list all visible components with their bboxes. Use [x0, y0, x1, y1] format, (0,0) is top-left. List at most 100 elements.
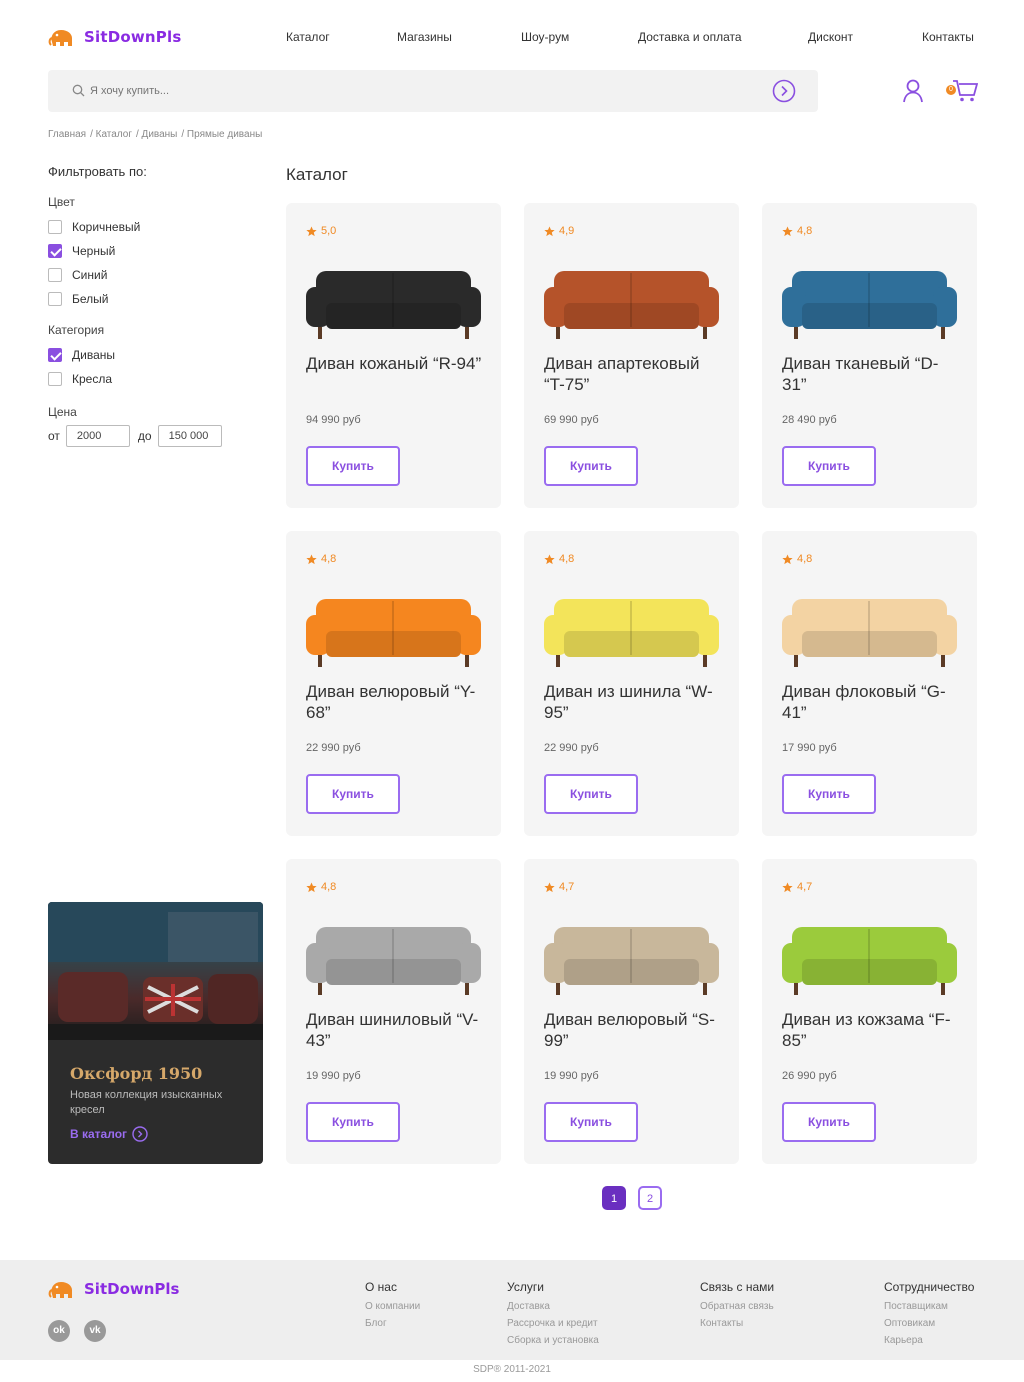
price-to-input[interactable]: 150 000 [157, 425, 222, 447]
product-image[interactable] [296, 253, 491, 353]
filter-color-white[interactable]: Белый [48, 287, 248, 311]
footer-link[interactable]: Контакты [700, 1315, 774, 1332]
buy-button[interactable]: Купить [544, 1102, 638, 1142]
breadcrumb-home[interactable]: Главная [48, 129, 86, 140]
price-range: от 2000 до 150 000 [48, 425, 248, 447]
product-name[interactable]: Диван из шинила “W-95” [544, 681, 724, 723]
filter-option-label: Синий [72, 268, 108, 282]
star-icon [782, 553, 793, 564]
search-input[interactable] [90, 81, 690, 101]
checkbox[interactable] [48, 372, 62, 386]
price-from-input[interactable]: 2000 [65, 425, 130, 447]
buy-button[interactable]: Купить [782, 446, 876, 486]
product-name[interactable]: Диван велюровый “Y-68” [306, 681, 486, 723]
checkbox[interactable] [48, 292, 62, 306]
filters-panel: Фильтровать по: Цвет Коричневый Черный С… [48, 164, 248, 447]
price-from-label: от [48, 429, 60, 443]
product-card[interactable]: 4,8 Диван флоковый “G-41” 17 990 руб Купить [762, 531, 977, 836]
footer-col-title: Услуги [507, 1280, 544, 1294]
rating-value: 4,9 [559, 225, 575, 237]
product-card[interactable]: 4,8 Диван из шинила “W-95” 22 990 руб Купит… [524, 531, 739, 836]
footer-col-services: Услуги Доставка Рассрочка и кредит Сборк… [507, 1280, 599, 1349]
search-submit-icon[interactable] [772, 79, 796, 103]
filter-option-label: Кресла [72, 372, 113, 386]
nav-discount[interactable]: Дисконт [808, 30, 853, 44]
checkbox[interactable] [48, 220, 62, 234]
footer: SitDownPls ok vk О нас О компании Блог У… [0, 1260, 1024, 1360]
product-image[interactable] [534, 909, 729, 1009]
nav-contacts[interactable]: Контакты [922, 30, 974, 44]
nav-catalog[interactable]: Каталог [286, 30, 330, 44]
product-name[interactable]: Диван тканевый “D-31” [782, 353, 962, 395]
product-name[interactable]: Диван апартековый “T-75” [544, 353, 724, 395]
filter-color-blue[interactable]: Синий [48, 263, 248, 287]
buy-button[interactable]: Купить [306, 774, 400, 814]
user-icon[interactable] [902, 79, 924, 103]
footer-link[interactable]: О компании [365, 1298, 420, 1315]
promo-banner[interactable]: Оксфорд 1950 Новая коллекция изысканных … [48, 902, 263, 1164]
checkbox[interactable] [48, 268, 62, 282]
product-name[interactable]: Диван шиниловый “V-43” [306, 1009, 486, 1051]
product-card[interactable]: 5,0 Диван кожаный “R-94” 94 990 руб Купить [286, 203, 501, 508]
page-1-button[interactable]: 1 [602, 1186, 626, 1210]
buy-button[interactable]: Купить [306, 1102, 400, 1142]
footer-link[interactable]: Карьера [884, 1332, 974, 1349]
buy-button[interactable]: Купить [782, 774, 876, 814]
product-card[interactable]: 4,7 Диван из кожзама “F-85” 26 990 руб Купи… [762, 859, 977, 1164]
buy-button[interactable]: Купить [306, 446, 400, 486]
product-card[interactable]: 4,9 Диван апартековый “T-75” 69 990 руб Куп… [524, 203, 739, 508]
star-icon [544, 225, 555, 236]
star-icon [782, 225, 793, 236]
breadcrumb-sofas[interactable]: / Диваны [136, 129, 177, 140]
footer-link[interactable]: Доставка [507, 1298, 599, 1315]
product-name[interactable]: Диван кожаный “R-94” [306, 353, 486, 374]
product-image[interactable] [534, 581, 729, 681]
product-image[interactable] [534, 253, 729, 353]
pagination: 1 2 [602, 1186, 662, 1210]
footer-logo[interactable]: SitDownPls [48, 1278, 179, 1300]
footer-link[interactable]: Блог [365, 1315, 420, 1332]
product-price: 28 490 руб [782, 414, 837, 426]
product-rating: 4,9 [544, 225, 574, 237]
footer-link[interactable]: Сборка и установка [507, 1332, 599, 1349]
product-card[interactable]: 4,8 Диван тканевый “D-31” 28 490 руб Купить [762, 203, 977, 508]
footer-link[interactable]: Обратная связь [700, 1298, 774, 1315]
product-name[interactable]: Диван из кожзама “F-85” [782, 1009, 962, 1051]
breadcrumb-catalog[interactable]: / Каталог [90, 129, 132, 140]
footer-col-about: О нас О компании Блог [365, 1280, 420, 1332]
product-image[interactable] [296, 581, 491, 681]
page-2-button[interactable]: 2 [638, 1186, 662, 1210]
product-image[interactable] [772, 581, 967, 681]
buy-button[interactable]: Купить [544, 446, 638, 486]
product-image[interactable] [772, 909, 967, 1009]
buy-button[interactable]: Купить [782, 1102, 876, 1142]
odnoklassniki-icon[interactable]: ok [48, 1320, 70, 1342]
product-card[interactable]: 4,8 Диван велюровый “Y-68” 22 990 руб Купит… [286, 531, 501, 836]
vk-icon[interactable]: vk [84, 1320, 106, 1342]
buy-button[interactable]: Купить [544, 774, 638, 814]
promo-link[interactable]: В каталог [70, 1126, 148, 1142]
nav-delivery[interactable]: Доставка и оплата [638, 30, 742, 44]
footer-link[interactable]: Оптовикам [884, 1315, 974, 1332]
filter-color-black[interactable]: Черный [48, 239, 248, 263]
product-card[interactable]: 4,7 Диван велюровый “S-99” 19 990 руб Купит… [524, 859, 739, 1164]
product-name[interactable]: Диван флоковый “G-41” [782, 681, 962, 723]
product-name[interactable]: Диван велюровый “S-99” [544, 1009, 724, 1051]
product-image[interactable] [772, 253, 967, 353]
footer-col-title: О нас [365, 1280, 397, 1294]
product-image[interactable] [296, 909, 491, 1009]
nav-stores[interactable]: Магазины [397, 30, 452, 44]
checkbox-checked[interactable] [48, 348, 62, 362]
nav-showroom[interactable]: Шоу-рум [521, 30, 569, 44]
main-nav: Каталог Магазины Шоу-рум Доставка и опла… [0, 30, 1024, 46]
filter-category-sofas[interactable]: Диваны [48, 343, 248, 367]
footer-link[interactable]: Рассрочка и кредит [507, 1315, 599, 1332]
product-price: 19 990 руб [544, 1070, 599, 1082]
product-card[interactable]: 4,8 Диван шиниловый “V-43” 19 990 руб Купит… [286, 859, 501, 1164]
checkbox-checked[interactable] [48, 244, 62, 258]
footer-link[interactable]: Поставщикам [884, 1298, 974, 1315]
filter-category-armchairs[interactable]: Кресла [48, 367, 248, 391]
rating-value: 4,7 [559, 881, 575, 893]
cart-button[interactable]: 0 [946, 79, 978, 103]
filter-color-brown[interactable]: Коричневый [48, 215, 248, 239]
